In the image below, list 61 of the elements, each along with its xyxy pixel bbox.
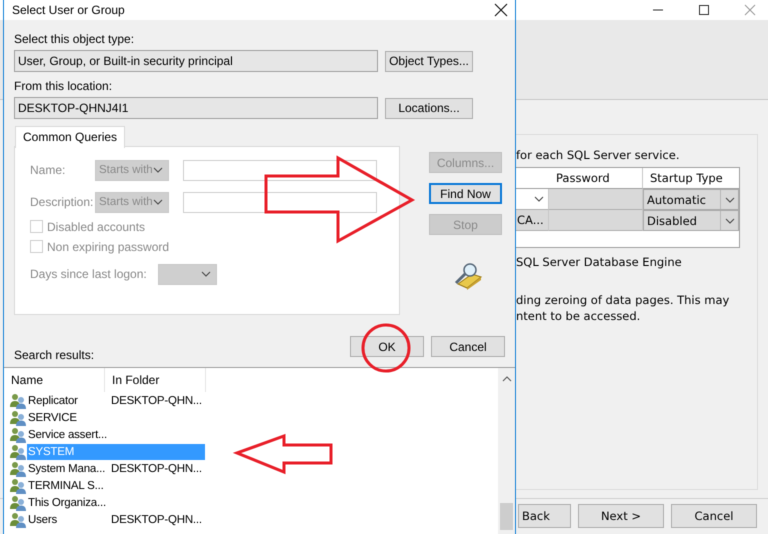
checkbox-label: Non expiring password bbox=[47, 240, 170, 254]
scroll-up-icon bbox=[502, 376, 512, 382]
list-item[interactable]: TERMINAL S... bbox=[27, 478, 107, 494]
readonly-field: DESKTOP-QHNJ4I1 bbox=[14, 97, 378, 119]
startup-type-dropdown[interactable]: Disabled bbox=[643, 210, 739, 232]
results-label: Search results: bbox=[14, 348, 96, 362]
description-title: SQL Server Database Engine bbox=[516, 254, 683, 270]
locations-button[interactable]: Locations... bbox=[385, 98, 473, 118]
field-label: Select this object type: bbox=[14, 32, 136, 47]
users-icon bbox=[9, 392, 27, 408]
circle-annotation bbox=[362, 324, 410, 372]
list-item[interactable]: System Mana... bbox=[27, 460, 107, 476]
field-label: Days since last logon: bbox=[30, 267, 148, 281]
field-label: Name: bbox=[30, 163, 66, 177]
object-types-button[interactable]: Object Types... bbox=[385, 50, 473, 72]
description-text: ntent to be accessed. bbox=[516, 308, 642, 324]
instruction-text: for each SQL Server service. bbox=[516, 147, 680, 164]
table-cell: DESKTOP-QHN... bbox=[111, 514, 202, 526]
scrollbar[interactable] bbox=[498, 368, 515, 534]
users-icon bbox=[9, 444, 27, 460]
table-cell: DESKTOP-QHN... bbox=[111, 462, 202, 474]
column-header[interactable]: Name bbox=[4, 368, 105, 392]
scroll-thumb[interactable] bbox=[500, 503, 513, 530]
list-item[interactable]: SERVICE bbox=[27, 410, 107, 426]
chevron-icon bbox=[724, 196, 734, 203]
maximize-icon bbox=[698, 4, 710, 16]
ok-button[interactable]: OK bbox=[350, 336, 424, 357]
close-icon bbox=[744, 4, 756, 16]
chevron-icon bbox=[153, 167, 163, 173]
field-label: Description: bbox=[30, 195, 94, 209]
readonly-field: User, Group, or Built-in security principal bbox=[14, 50, 378, 72]
table-cell: CA... bbox=[516, 210, 549, 232]
list-item[interactable]: Users bbox=[27, 512, 107, 528]
users-icon bbox=[9, 478, 27, 494]
description-text: ding zeroing of data pages. This may bbox=[516, 292, 730, 308]
users-icon bbox=[9, 410, 27, 426]
chevron-icon bbox=[534, 196, 544, 202]
back-button[interactable]: Back bbox=[518, 504, 571, 528]
list-item[interactable]: Service assert... bbox=[27, 426, 108, 442]
tab[interactable]: Common Queries bbox=[15, 126, 126, 148]
cancel-button[interactable]: Cancel bbox=[671, 504, 757, 528]
chevron-icon bbox=[153, 199, 163, 205]
chevron-icon bbox=[724, 218, 734, 224]
users-icon bbox=[9, 460, 27, 476]
close-icon bbox=[494, 3, 508, 17]
field-label: From this location: bbox=[14, 79, 114, 94]
account-dropdown[interactable] bbox=[516, 189, 549, 210]
find-now-button[interactable]: Find Now bbox=[429, 183, 502, 204]
table-cell: DESKTOP-QHN... bbox=[111, 394, 202, 406]
list-item[interactable]: Replicator bbox=[27, 392, 107, 408]
window-title: Select User or Group bbox=[12, 3, 125, 17]
chevron-icon bbox=[201, 271, 211, 277]
startup-type-dropdown[interactable]: Automatic bbox=[643, 189, 739, 210]
cancel-button[interactable]: Cancel bbox=[431, 336, 505, 357]
next-button[interactable]: Next > bbox=[578, 504, 664, 528]
users-icon bbox=[9, 426, 27, 442]
checkbox-label: Disabled accounts bbox=[47, 220, 146, 234]
list-item[interactable]: This Organiza... bbox=[27, 494, 107, 510]
users-icon bbox=[9, 494, 27, 510]
column-header[interactable]: In Folder bbox=[105, 368, 206, 392]
users-icon bbox=[9, 512, 27, 528]
